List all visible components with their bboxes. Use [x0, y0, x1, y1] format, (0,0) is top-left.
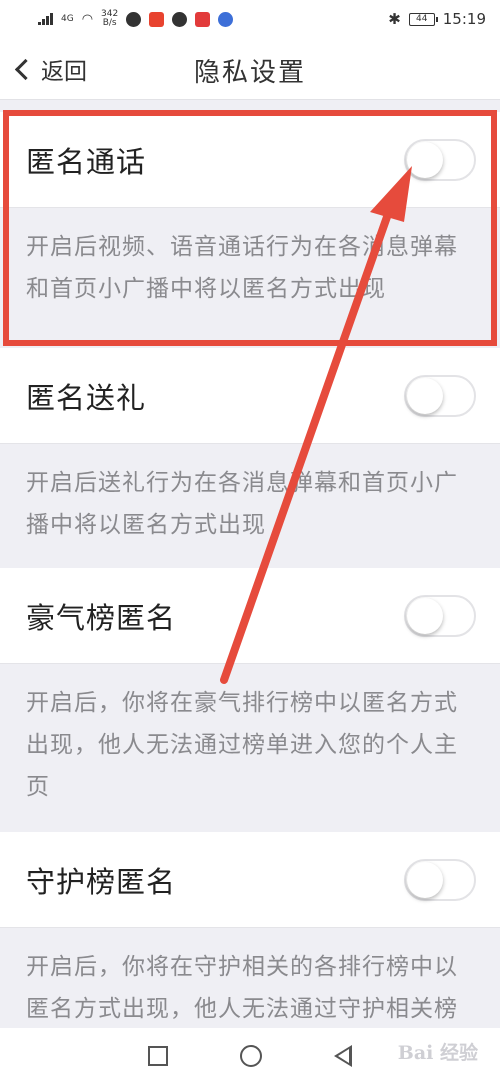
setting-label: 豪气榜匿名: [26, 600, 177, 635]
toggle-knob: [407, 141, 443, 178]
anonymous-call-toggle[interactable]: [404, 138, 476, 181]
setting-row-anonymous-gift: 匿名送礼: [0, 348, 500, 444]
toggle-knob: [407, 377, 443, 414]
setting-label: 守护榜匿名: [26, 864, 177, 899]
setting-description: 开启后视频、语音通话行为在各消息弹幕和首页小广播中将以匿名方式出现: [26, 234, 458, 302]
setting-label: 匿名送礼: [26, 380, 147, 415]
status-left: 4G ◠ 342 B/s: [38, 10, 234, 28]
anonymous-gift-toggle[interactable]: [404, 374, 476, 417]
setting-description: 开启后，你将在豪气排行榜中以匿名方式出现，他人无法通过榜单进入您的个人主页: [26, 690, 458, 800]
browser-app-icon: [172, 11, 188, 27]
setting-label: 匿名通话: [26, 144, 147, 179]
watermark-logo: Bai 经验: [397, 1042, 478, 1064]
setting-row-anonymous-call: 匿名通话: [0, 112, 500, 208]
home-button[interactable]: [240, 1045, 262, 1067]
status-bar: 4G ◠ 342 B/s ✱ 44 15:19: [0, 0, 500, 38]
guard-rank-anonymous-toggle[interactable]: [404, 858, 476, 901]
wifi-icon: ◠: [81, 11, 94, 27]
signal-icon: [38, 13, 53, 25]
setting-row-guard-rank-anonymous: 守护榜匿名: [0, 832, 500, 928]
clock: 15:19: [442, 10, 486, 28]
back-nav-button[interactable]: [334, 1045, 352, 1067]
network-type: 4G: [61, 13, 74, 24]
chat-app-icon: [126, 11, 142, 27]
toggle-knob: [407, 861, 443, 898]
battery-icon: 44: [408, 12, 438, 26]
nav-bar: 返回 隐私设置: [0, 38, 500, 100]
status-right: ✱ 44 15:19: [388, 10, 486, 28]
settings-list: 匿名通话 开启后视频、语音通话行为在各消息弹幕和首页小广播中将以匿名方式出现 匿…: [0, 100, 500, 1078]
video-app-icon: [195, 11, 211, 27]
music-app-icon: [218, 11, 234, 27]
rich-rank-anonymous-toggle[interactable]: [404, 594, 476, 637]
bluetooth-icon: ✱: [388, 10, 401, 28]
recent-apps-button[interactable]: [148, 1046, 168, 1066]
toggle-knob: [407, 597, 443, 634]
setting-row-rich-rank-anonymous: 豪气榜匿名: [0, 568, 500, 664]
news-app-icon: [149, 11, 165, 27]
setting-description: 开启后送礼行为在各消息弹幕和首页小广播中将以匿名方式出现: [26, 470, 458, 538]
page-title: 隐私设置: [193, 58, 306, 88]
network-speed: 342 B/s: [101, 10, 118, 28]
speed-unit: B/s: [102, 18, 117, 28]
